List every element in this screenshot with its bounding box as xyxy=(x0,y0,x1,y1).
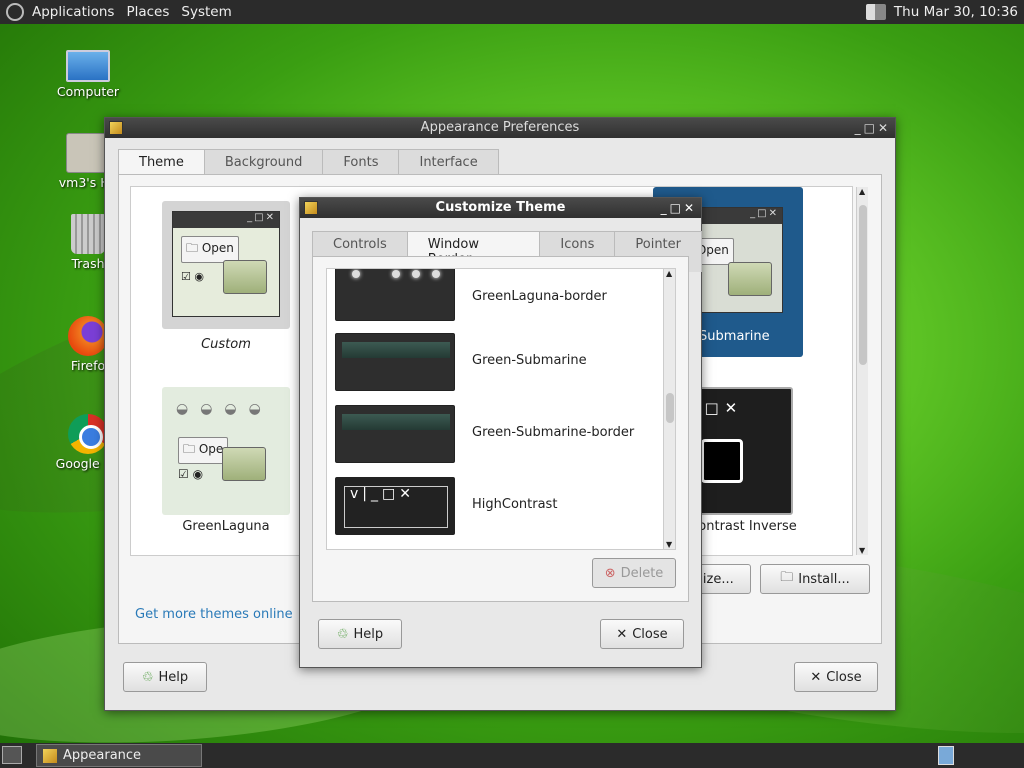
list-item[interactable]: Green-Submarine xyxy=(335,333,655,393)
list-item[interactable]: GreenLaguna-border xyxy=(335,269,655,329)
menu-system[interactable]: System xyxy=(181,4,231,20)
window-buttons-icon: v|_□✕ xyxy=(350,486,415,502)
window-border-list[interactable]: GreenLaguna-border Green-Submarine Green… xyxy=(326,268,676,550)
show-desktop-icon[interactable] xyxy=(2,746,22,764)
install-icon: 🗀 xyxy=(780,570,794,585)
scroll-up-icon[interactable]: ▲ xyxy=(859,187,865,196)
window-controls: _□✕ xyxy=(661,198,697,218)
folder-icon: 🗀 xyxy=(183,442,196,456)
bottom-panel: Appearance Preferen... xyxy=(0,743,1024,768)
help-button-label: Help xyxy=(158,669,189,685)
close-button-label: Close xyxy=(632,626,668,642)
distro-logo-icon[interactable] xyxy=(6,3,24,21)
scrollbar-thumb[interactable] xyxy=(666,393,674,423)
window-titlebar[interactable]: Appearance Preferences _□✕ xyxy=(105,118,895,138)
theme-item-greenlaguna[interactable]: ◒◒◒◒ 🗀 Ope ☑ ◉ GreenLaguna xyxy=(162,387,290,547)
appearance-app-icon xyxy=(304,201,318,215)
workspace-switcher[interactable] xyxy=(938,746,954,765)
dialog-title: Customize Theme xyxy=(435,200,566,215)
theme-thumbnail: _□✕ 🗀 Open ☑ ◉ xyxy=(162,201,290,329)
border-preview xyxy=(335,405,455,463)
menu-places[interactable]: Places xyxy=(126,4,169,20)
close-icon[interactable]: ✕ xyxy=(878,121,891,135)
help-button[interactable]: ♲ Help xyxy=(318,619,402,649)
close-icon: ✕ xyxy=(810,669,822,685)
list-item[interactable]: Green-Submarine-border xyxy=(335,405,655,465)
close-button[interactable]: ✕ Close xyxy=(600,619,684,649)
delete-button-label: Delete xyxy=(620,565,664,581)
theme-name: GreenLaguna xyxy=(182,519,270,534)
folder-icon xyxy=(728,262,772,296)
mini-open-label: Open xyxy=(201,241,234,255)
scroll-down-icon[interactable]: ▼ xyxy=(859,546,865,555)
folder-icon: 🗀 xyxy=(186,241,199,255)
scrollbar-thumb[interactable] xyxy=(859,205,867,365)
help-button[interactable]: ♲ Help xyxy=(123,662,207,692)
border-name: Green-Submarine-border xyxy=(472,425,635,440)
scroll-up-icon[interactable]: ▲ xyxy=(666,269,672,278)
tab-interface[interactable]: Interface xyxy=(398,149,499,175)
computer-icon xyxy=(66,50,110,82)
checkbox-icon: ☑ ◉ xyxy=(178,467,204,481)
help-icon: ♲ xyxy=(336,626,349,642)
close-icon[interactable]: ✕ xyxy=(684,201,697,215)
folder-icon xyxy=(222,447,266,481)
appearance-app-icon xyxy=(43,749,57,763)
window-title: Appearance Preferences xyxy=(420,120,580,135)
desktop-icon-label: Computer xyxy=(56,84,120,99)
scroll-down-icon[interactable]: ▼ xyxy=(666,540,672,549)
theme-list-scrollbar[interactable]: ▲ ▼ xyxy=(856,187,868,555)
install-button[interactable]: 🗀 Install... xyxy=(760,564,870,594)
taskbar-item-appearance[interactable]: Appearance Preferen... xyxy=(36,744,202,767)
tab-theme[interactable]: Theme xyxy=(118,149,205,175)
help-button-label: Help xyxy=(353,626,384,642)
theme-item-custom[interactable]: _□✕ 🗀 Open ☑ ◉ Custom xyxy=(162,201,290,361)
clock[interactable]: Thu Mar 30, 10:36 xyxy=(894,4,1018,20)
maximize-icon[interactable]: □ xyxy=(670,201,684,215)
border-preview: v|_□✕ xyxy=(335,477,455,535)
top-panel: Applications Places System Thu Mar 30, 1… xyxy=(0,0,1024,24)
menu-applications[interactable]: Applications xyxy=(32,4,114,20)
minimize-icon[interactable]: _ xyxy=(661,201,670,215)
mini-open-button: 🗀 Ope xyxy=(178,437,229,464)
mini-open-button: 🗀 Open xyxy=(181,236,239,263)
close-icon: ✕ xyxy=(616,626,628,642)
maximize-icon[interactable]: □ xyxy=(864,121,878,135)
window-buttons-icon: ◒◒◒◒ xyxy=(176,401,273,417)
close-button-label: Close xyxy=(826,669,862,685)
tab-background[interactable]: Background xyxy=(203,149,324,175)
close-button[interactable]: ✕ Close xyxy=(794,662,878,692)
appearance-app-icon xyxy=(109,121,123,135)
delete-button[interactable]: ⊗ Delete xyxy=(592,558,676,588)
volume-icon[interactable] xyxy=(865,4,886,20)
folder-icon xyxy=(701,439,743,483)
chrome-icon xyxy=(68,414,108,454)
checkbox-icon: ☑ ◉ xyxy=(181,270,204,283)
desktop-icon-computer[interactable]: Computer xyxy=(48,50,128,99)
theme-thumbnail: ◒◒◒◒ 🗀 Ope ☑ ◉ xyxy=(162,387,290,515)
firefox-icon xyxy=(68,316,108,356)
trash-icon xyxy=(71,214,105,254)
taskbar-item-label: Appearance Preferen... xyxy=(63,748,142,763)
delete-icon: ⊗ xyxy=(604,565,616,581)
border-name: Green-Submarine xyxy=(472,353,587,368)
customize-theme-dialog: Customize Theme _□✕ Controls Window Bord… xyxy=(299,197,702,668)
border-list-scrollbar[interactable]: ▲ ▼ xyxy=(663,269,675,549)
border-preview xyxy=(335,333,455,391)
list-item[interactable]: v|_□✕ HighContrast xyxy=(335,477,655,537)
tab-fonts[interactable]: Fonts xyxy=(322,149,400,175)
border-name: HighContrast xyxy=(472,497,558,512)
window-controls: _□✕ xyxy=(855,118,891,138)
help-icon: ♲ xyxy=(141,669,154,685)
get-more-themes-link[interactable]: Get more themes online xyxy=(135,607,293,622)
border-preview xyxy=(335,269,455,321)
minimize-icon[interactable]: _ xyxy=(855,121,864,135)
install-button-label: Install... xyxy=(798,571,850,587)
folder-icon xyxy=(223,260,267,294)
border-name: GreenLaguna-border xyxy=(472,289,607,304)
theme-name: Custom xyxy=(201,337,251,352)
mini-open-label: Ope xyxy=(198,442,224,456)
dialog-titlebar[interactable]: Customize Theme _□✕ xyxy=(300,198,701,218)
